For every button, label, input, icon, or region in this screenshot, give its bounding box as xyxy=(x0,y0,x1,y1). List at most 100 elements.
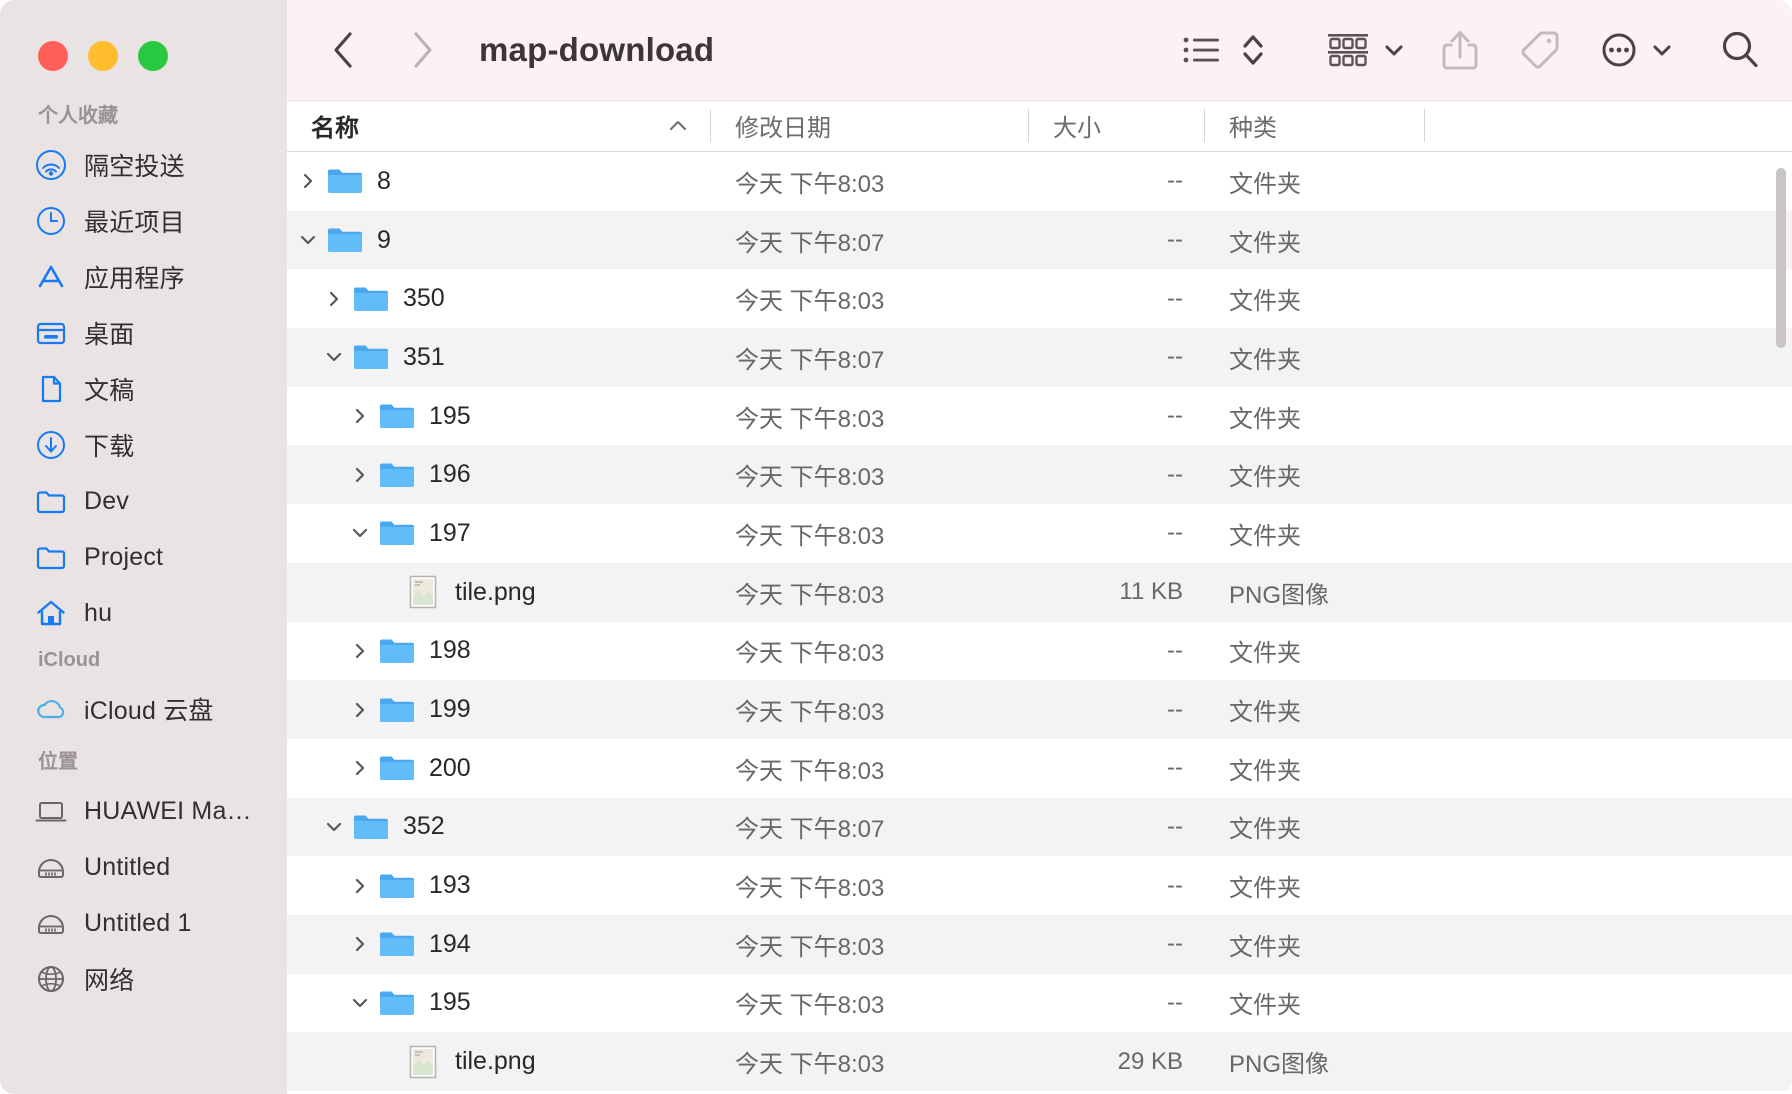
table-row[interactable]: 194 今天 下午8:03 -- 文件夹 xyxy=(287,914,1792,974)
table-row[interactable]: 199 今天 下午8:03 -- 文件夹 xyxy=(287,680,1792,739)
row-name-cell: 195 xyxy=(287,988,711,1018)
table-row[interactable]: 197 今天 下午8:03 -- 文件夹 xyxy=(287,504,1792,563)
table-row[interactable]: 352 今天 下午8:07 -- 文件夹 xyxy=(287,797,1792,857)
row-date-cell: 今天 下午8:07 xyxy=(735,816,885,844)
table-row[interactable]: 195 今天 下午8:03 -- 文件夹 xyxy=(287,974,1792,1033)
column-header-name[interactable]: 名称 xyxy=(287,100,711,151)
sidebar-item-label: HUAWEI Ma… xyxy=(84,796,252,825)
sidebar-item-[interactable]: 下载 xyxy=(0,417,287,473)
table-row[interactable]: 351 今天 下午8:07 -- 文件夹 xyxy=(287,328,1792,387)
more-actions-chevron-button[interactable] xyxy=(1650,23,1674,77)
sidebar-item-dev[interactable]: Dev xyxy=(0,473,287,529)
search-button[interactable] xyxy=(1718,23,1762,77)
minimize-button[interactable] xyxy=(88,41,118,71)
group-by-button[interactable] xyxy=(1326,23,1372,77)
network-globe-icon xyxy=(34,962,68,996)
folder-icon xyxy=(380,932,414,957)
disclosure-expanded-icon xyxy=(326,353,342,362)
more-actions-icon xyxy=(1602,33,1636,67)
downloads-icon xyxy=(37,431,65,459)
disclosure-triangle[interactable] xyxy=(345,523,375,543)
search-icon xyxy=(1722,31,1758,68)
column-header-kind[interactable]: 种类 xyxy=(1205,100,1425,151)
sidebar-section-title: iCloud xyxy=(38,649,101,671)
disclosure-expanded-icon xyxy=(326,822,342,832)
sidebar-item-hu[interactable]: hu xyxy=(0,585,287,641)
table-row[interactable]: 200 今天 下午8:03 -- 文件夹 xyxy=(287,739,1792,798)
sidebar-item-[interactable]: 隔空投送 xyxy=(0,137,287,193)
file-name-label: 351 xyxy=(403,342,445,371)
close-button[interactable] xyxy=(38,41,68,71)
back-button[interactable] xyxy=(321,27,367,73)
sidebar-item-untitled-1[interactable]: Untitled 1 xyxy=(0,895,287,951)
table-row[interactable]: 195 今天 下午8:03 -- 文件夹 xyxy=(287,387,1792,446)
tag-button[interactable] xyxy=(1516,23,1562,77)
finder-window: 个人收藏 隔空投送 最近项目 应用程序 桌面 文稿 下载 Dev Project… xyxy=(0,0,1792,1094)
disclosure-triangle[interactable] xyxy=(319,347,349,367)
vertical-scrollbar[interactable] xyxy=(1776,168,1786,348)
disclosure-triangle[interactable] xyxy=(345,700,375,720)
forward-button[interactable] xyxy=(399,27,445,73)
maximize-button[interactable] xyxy=(138,41,168,71)
disclosure-triangle[interactable] xyxy=(345,641,375,661)
sidebar-item-huawei-ma[interactable]: HUAWEI Ma… xyxy=(0,783,287,839)
row-date-cell: 今天 下午8:03 xyxy=(735,992,885,1020)
share-button[interactable] xyxy=(1440,23,1480,77)
disclosure-triangle[interactable] xyxy=(293,230,323,250)
disclosure-triangle[interactable] xyxy=(293,171,323,191)
sidebar-item-[interactable]: 应用程序 xyxy=(0,249,287,305)
file-rows: 8 今天 下午8:03 -- 文件夹 9 今天 下午8:07 -- 文件夹 350 今天 下午… xyxy=(287,152,1792,1094)
sidebar-item-[interactable]: 文稿 xyxy=(0,361,287,417)
sidebar-item-project[interactable]: Project xyxy=(0,529,287,585)
file-name-label: 350 xyxy=(403,284,445,313)
sidebar-item-label: 应用程序 xyxy=(84,265,185,293)
sidebar-item-label: 文稿 xyxy=(84,377,135,405)
table-row[interactable]: 193 今天 下午8:03 -- 文件夹 xyxy=(287,856,1792,915)
table-row[interactable]: tile.png 今天 下午8:03 29 KB PNG图像 xyxy=(287,1032,1792,1091)
file-name-label: 9 xyxy=(377,225,391,254)
table-row[interactable]: 198 今天 下午8:03 -- 文件夹 xyxy=(287,622,1792,681)
folder-icon xyxy=(36,491,66,514)
disclosure-collapsed-icon xyxy=(355,937,365,952)
disclosure-triangle[interactable] xyxy=(345,406,375,426)
column-header-extra[interactable] xyxy=(1425,100,1792,151)
row-size-cell: -- xyxy=(1167,402,1183,430)
png-image-icon xyxy=(409,1045,437,1078)
row-date-cell: 今天 下午8:03 xyxy=(735,581,885,609)
column-header-date[interactable]: 修改日期 xyxy=(711,100,1029,151)
file-list[interactable]: 8 今天 下午8:03 -- 文件夹 9 今天 下午8:07 -- 文件夹 350 今天 下午… xyxy=(287,152,1792,1094)
sidebar-section: 个人收藏 隔空投送 最近项目 应用程序 桌面 文稿 下载 Dev Project… xyxy=(0,99,287,641)
more-actions-button[interactable] xyxy=(1598,23,1640,77)
table-row[interactable]: 8 今天 下午8:03 -- 文件夹 xyxy=(287,152,1792,211)
sidebar-item-untitled[interactable]: Untitled xyxy=(0,839,287,895)
table-row[interactable]: tile.png 今天 下午8:03 11 KB PNG图像 xyxy=(287,562,1792,622)
table-row[interactable]: 350 今天 下午8:03 -- 文件夹 xyxy=(287,269,1792,328)
sidebar-section-title: 位置 xyxy=(38,751,78,773)
disclosure-collapsed-icon xyxy=(355,643,365,658)
sidebar-item-[interactable]: 最近项目 xyxy=(0,193,287,249)
sidebar-item-label: 网络 xyxy=(84,967,135,995)
disclosure-triangle[interactable] xyxy=(345,758,375,778)
sidebar-item-icloud[interactable]: iCloud 云盘 xyxy=(0,681,287,737)
folder-icon xyxy=(380,521,414,546)
disclosure-triangle[interactable] xyxy=(319,817,349,837)
disclosure-triangle[interactable] xyxy=(345,465,375,485)
group-by-chevron-button[interactable] xyxy=(1382,23,1406,77)
row-name-cell: 195 xyxy=(287,401,711,431)
table-row[interactable]: 9 今天 下午8:07 -- 文件夹 xyxy=(287,210,1792,270)
folder-icon xyxy=(380,874,414,898)
sidebar-groups: 个人收藏 隔空投送 最近项目 应用程序 桌面 文稿 下载 Dev Project… xyxy=(0,99,287,1007)
column-header-size[interactable]: 大小 xyxy=(1029,100,1205,151)
disclosure-triangle[interactable] xyxy=(345,993,375,1013)
sidebar-item-[interactable]: 桌面 xyxy=(0,305,287,361)
disclosure-triangle[interactable] xyxy=(345,934,375,954)
sort-order-button[interactable] xyxy=(1240,23,1266,77)
table-row[interactable]: 196 今天 下午8:03 -- 文件夹 xyxy=(287,445,1792,505)
sidebar-item-[interactable]: 网络 xyxy=(0,951,287,1007)
file-name-label: 195 xyxy=(429,401,471,430)
disclosure-triangle[interactable] xyxy=(319,289,349,309)
row-size-cell: -- xyxy=(1167,754,1183,782)
disclosure-triangle[interactable] xyxy=(345,876,375,896)
airdrop-icon xyxy=(34,148,68,182)
list-view-button[interactable] xyxy=(1182,23,1222,77)
